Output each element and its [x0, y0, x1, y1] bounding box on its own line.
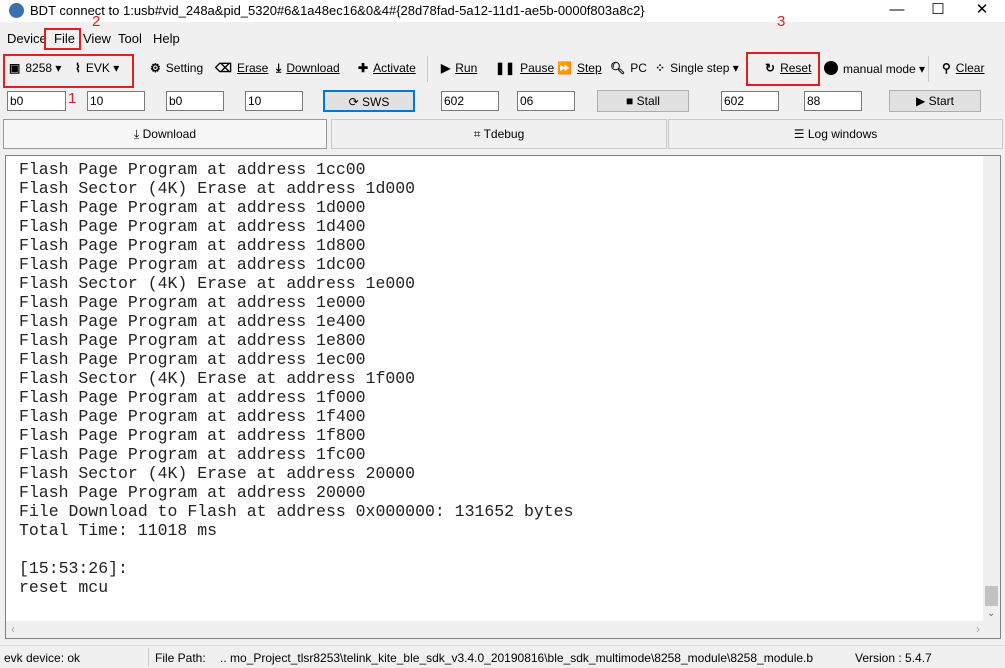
close-button[interactable]: ✕ [962, 0, 1002, 20]
log-line: Flash Sector (4K) Erase at address 20000 [19, 464, 416, 483]
gear-icon: ⚙ [150, 61, 161, 75]
step-button[interactable]: ⏩ Step [557, 61, 602, 75]
scroll-down-icon[interactable]: ⌄ [987, 608, 995, 619]
download-icon: ⤓ [133, 127, 143, 141]
input-3[interactable] [166, 91, 224, 111]
log-line: [15:53:26]: [19, 559, 128, 578]
log-line: Flash Page Program at address 1e400 [19, 312, 366, 331]
log-line: Flash Sector (4K) Erase at address 1d000 [19, 179, 416, 198]
log-line: Flash Page Program at address 1d400 [19, 217, 366, 236]
tab-tdebug[interactable]: ⌗ Tdebug [331, 119, 667, 149]
log-line: Flash Page Program at address 1f800 [19, 426, 366, 445]
menu-tool[interactable]: Tool [118, 31, 142, 46]
clear-button[interactable]: ⚲ Clear [942, 61, 984, 75]
annotation-box-1 [3, 54, 134, 88]
log-line: Flash Page Program at address 1f400 [19, 407, 366, 426]
tab-download[interactable]: ⤓ Download [3, 119, 327, 149]
scroll-left-icon[interactable]: ‹ [11, 622, 15, 636]
erase-button[interactable]: ⌫ Erase [215, 61, 268, 75]
maximize-button[interactable]: ☐ [918, 0, 958, 20]
version: Version : 5.4.7 [855, 651, 932, 665]
annotation-label-3: 3 [777, 13, 786, 30]
log-line: reset mcu [19, 578, 109, 597]
annotation-label-1: 1 [68, 90, 77, 107]
annotation-box-3 [746, 52, 820, 86]
log-line: Flash Page Program at address 1dc00 [19, 255, 366, 274]
log-line: File Download to Flash at address 0x0000… [19, 502, 574, 521]
pc-button[interactable]: 🔍︎ PC [610, 61, 647, 75]
menu-device[interactable]: Device [7, 31, 47, 46]
minimize-button[interactable]: — [877, 0, 917, 20]
input-5[interactable] [441, 91, 499, 111]
eraser-icon: ⌫ [215, 61, 232, 75]
play-icon: ▶ [916, 94, 929, 108]
input-6[interactable] [517, 91, 575, 111]
pause-button[interactable]: ❚❚ Pause [495, 61, 554, 75]
log-line: Flash Page Program at address 20000 [19, 483, 366, 502]
title-bar: BDT connect to 1:usb#vid_248a&pid_5320#6… [0, 0, 1005, 22]
log-line: Flash Page Program at address 1cc00 [19, 160, 366, 179]
binary-search-icon: ⌗ [473, 127, 484, 141]
single-step-dropdown[interactable]: ⁘ Single step ▾ [655, 61, 739, 75]
input-7[interactable] [721, 91, 779, 111]
input-1[interactable] [7, 91, 66, 111]
log-line: Flash Page Program at address 1ec00 [19, 350, 366, 369]
log-line: Flash Page Program at address 1f000 [19, 388, 366, 407]
refresh-icon: ⟳ [348, 95, 363, 109]
log-line: Flash Page Program at address 1fc00 [19, 445, 366, 464]
run-icon: ▶ [441, 61, 451, 75]
footsteps-icon: ⁘ [655, 61, 666, 75]
log-line: Flash Page Program at address 1e000 [19, 293, 366, 312]
menu-bar: Device File View Tool Help [0, 22, 1005, 48]
input-2[interactable] [87, 91, 145, 111]
menu-help[interactable]: Help [153, 31, 180, 46]
annotation-box-2 [44, 28, 81, 50]
toolbar-separator [427, 56, 428, 82]
activate-button[interactable]: ✚ Activate [358, 61, 416, 75]
app-icon [9, 3, 24, 18]
horizontal-scrollbar[interactable]: ‹ › [6, 621, 1000, 638]
run-button[interactable]: ▶ Run [441, 61, 477, 75]
stall-button[interactable]: ■ Stall [597, 90, 689, 112]
plus-icon: ✚ [358, 61, 369, 75]
broom-icon: ⚲ [942, 61, 951, 75]
pause-icon: ❚❚ [495, 61, 516, 75]
setting-button[interactable]: ⚙ Setting [150, 61, 203, 75]
log-line: Total Time: 11018 ms [19, 521, 218, 540]
mode-dropdown[interactable]: manual mode ▾ [824, 61, 925, 76]
log-line: Flash Sector (4K) Erase at address 1f000 [19, 369, 416, 388]
input-8[interactable] [804, 91, 862, 111]
sws-button[interactable]: ⟳ SWS [323, 90, 415, 112]
input-4[interactable] [245, 91, 303, 111]
step-icon: ⏩ [557, 61, 572, 75]
device-status: evk device: ok [4, 651, 81, 665]
status-bar: evk device: ok File Path: .. mo_Project_… [0, 645, 1005, 668]
scroll-right-icon[interactable]: › [976, 622, 980, 636]
scrollbar-thumb[interactable] [985, 586, 998, 606]
log-line: Flash Sector (4K) Erase at address 1e000 [19, 274, 416, 293]
search-icon: 🔍︎ [610, 61, 626, 75]
log-line: Flash Page Program at address 1d000 [19, 198, 366, 217]
tab-log-windows[interactable]: ☰ Log windows [668, 119, 1003, 149]
window-title: BDT connect to 1:usb#vid_248a&pid_5320#6… [30, 3, 645, 18]
log-text: Flash Page Program at address 1cc00 Flash… [19, 160, 574, 597]
mode-icon [824, 61, 838, 75]
file-path: .. mo_Project_tlsr8253\telink_kite_ble_s… [220, 651, 814, 665]
toolbar-separator [928, 56, 929, 82]
status-divider [148, 648, 149, 666]
vertical-scrollbar[interactable]: ⌄ [983, 156, 1000, 622]
stop-icon: ■ [626, 94, 637, 108]
download-icon: ⤓ [276, 61, 282, 75]
log-line: Flash Page Program at address 1d800 [19, 236, 366, 255]
log-output[interactable]: Flash Page Program at address 1cc00 Flash… [5, 155, 1001, 639]
start-button[interactable]: ▶ Start [889, 90, 981, 112]
list-icon: ☰ [793, 127, 808, 141]
annotation-label-2: 2 [92, 13, 101, 30]
menu-view[interactable]: View [83, 31, 111, 46]
log-line: Flash Page Program at address 1e800 [19, 331, 366, 350]
download-button[interactable]: ⤓ Download [276, 61, 340, 76]
file-path-label: File Path: [155, 651, 206, 665]
